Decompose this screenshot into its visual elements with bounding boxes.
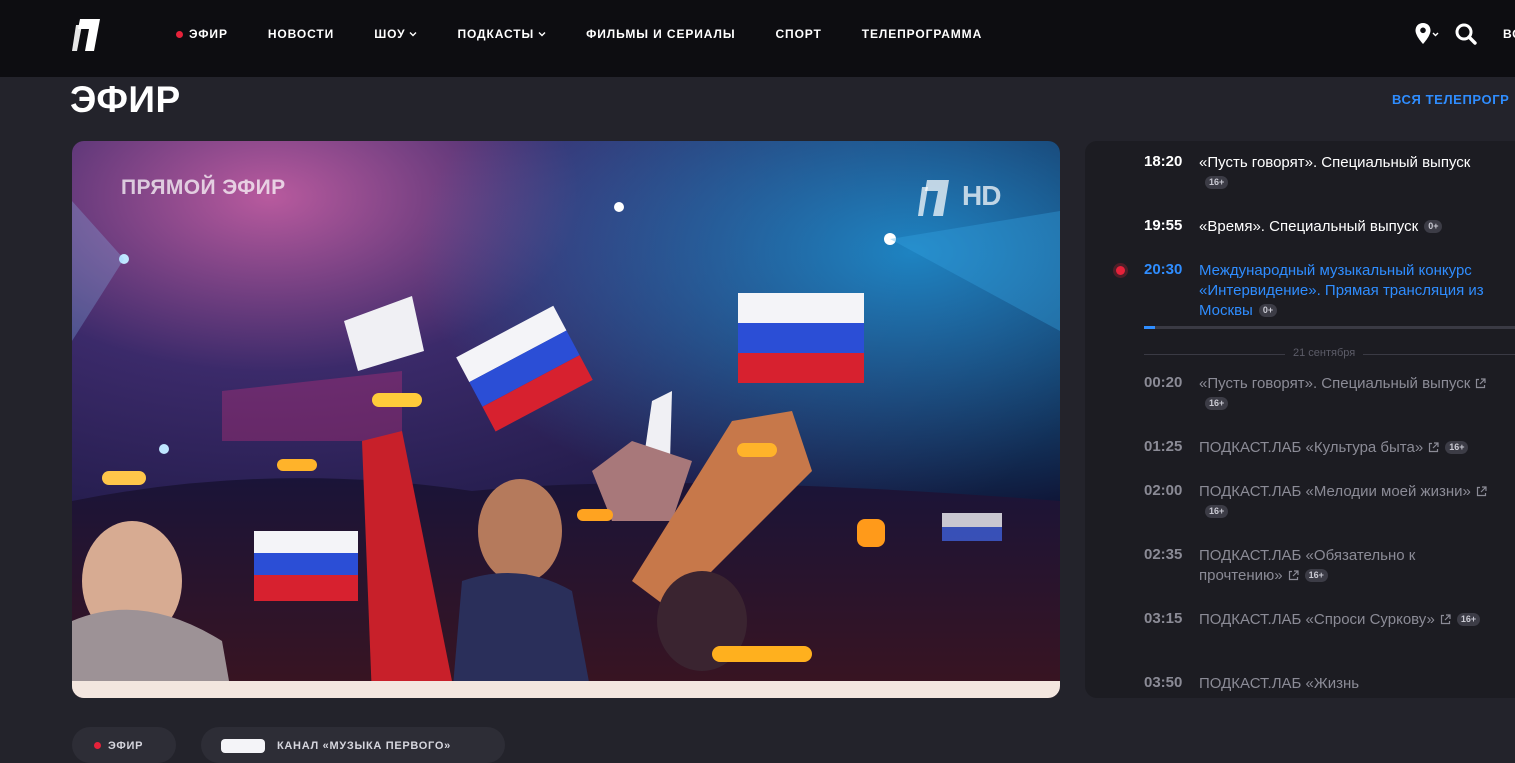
- schedule-title: «Время». Специальный выпуск: [1199, 218, 1419, 235]
- date-separator-label: 21 сентября: [1285, 347, 1364, 359]
- schedule-title-block: Международный музыкальный конкурс «Интер…: [1199, 261, 1489, 321]
- schedule-title: «Пусть говорят». Специальный выпуск: [1199, 154, 1471, 171]
- progress-fill: [1144, 326, 1156, 329]
- age-rating-badge: 16+: [1445, 441, 1469, 454]
- page-title: ЭФИР: [70, 79, 181, 120]
- nav-item-live[interactable]: ЭФИР: [176, 27, 228, 41]
- schedule-title: ПОДКАСТ.ЛАБ «Жизнь: [1199, 675, 1360, 692]
- channel-hd-watermark: HD: [918, 177, 1014, 219]
- schedule-title-block: ПОДКАСТ.ЛАБ «Обязательно к прочтению» 16+: [1199, 546, 1489, 586]
- current-program-progress: [1144, 326, 1515, 329]
- nav-item-films[interactable]: ФИЛЬМЫ И СЕРИАЛЫ: [586, 27, 735, 41]
- nav-item-label: ТЕЛЕПРОГРАММА: [861, 27, 983, 41]
- concert-video-frame: [72, 141, 1060, 698]
- external-link-icon[interactable]: [1428, 442, 1439, 453]
- chevron-down-icon: [409, 32, 417, 37]
- schedule-time: 03:15: [1144, 610, 1183, 627]
- nav-item-label: ШОУ: [374, 27, 406, 41]
- age-rating-badge: 16+: [1456, 613, 1481, 626]
- schedule-title-block: ПОДКАСТ.ЛАБ «Жизнь: [1199, 674, 1489, 694]
- schedule-title-block: «Пусть говорят». Специальный выпуск 16+: [1199, 153, 1489, 193]
- live-dot-icon: [176, 30, 183, 38]
- channel-logo-icon: [221, 739, 265, 753]
- nav-item-label: СПОРТ: [775, 27, 822, 41]
- video-player[interactable]: ПРЯМОЙ ЭФИР HD: [72, 141, 1060, 698]
- schedule-title: ПОДКАСТ.ЛАБ «Культура быта»: [1199, 439, 1424, 456]
- schedule-title: ПОДКАСТ.ЛАБ «Спроси Суркову»: [1199, 611, 1435, 628]
- schedule-title: Международный музыкальный конкурс «Интер…: [1199, 262, 1484, 319]
- schedule-time: 19:55: [1144, 217, 1183, 234]
- location-icon[interactable]: [1414, 22, 1442, 53]
- schedule-title-block: ПОДКАСТ.ЛАБ «Мелодии моей жизни» 16+: [1199, 482, 1489, 522]
- nav-item-label: ФИЛЬМЫ И СЕРИАЛЫ: [586, 27, 736, 41]
- schedule-time: 20:30: [1144, 261, 1183, 278]
- schedule-title-block: «Пусть говорят». Специальный выпуск 16+: [1199, 374, 1489, 414]
- search-icon[interactable]: [1455, 22, 1477, 51]
- live-broadcast-overlay: ПРЯМОЙ ЭФИР: [121, 176, 286, 199]
- schedule-title-block: ПОДКАСТ.ЛАБ «Спроси Суркову» 16+: [1199, 610, 1489, 630]
- schedule-time: 03:50: [1144, 674, 1183, 691]
- schedule-time: 00:20: [1144, 374, 1183, 391]
- tv-schedule-panel: 18:20 «Пусть говорят». Специальный выпус…: [1085, 141, 1515, 698]
- nav-item-all[interactable]: ВС: [1503, 27, 1515, 41]
- channel-one-logo[interactable]: [70, 15, 102, 55]
- chip-label: КАНАЛ «МУЗЫКА ПЕРВОГО»: [277, 740, 451, 752]
- age-rating-badge: 16+: [1304, 569, 1328, 582]
- hd-badge: HD: [962, 180, 1001, 211]
- chevron-down-icon: [538, 32, 546, 37]
- site-header: ЭФИР НОВОСТИ ШОУ ПОДКАСТЫ ФИЛЬМЫ И СЕРИА…: [0, 0, 1515, 77]
- schedule-title: ПОДКАСТ.ЛАБ «Мелодии моей жизни»: [1199, 483, 1471, 500]
- all-program-link[interactable]: ВСЯ ТЕЛЕПРОГР: [1392, 92, 1509, 107]
- schedule-title: «Пусть говорят». Специальный выпуск: [1199, 375, 1471, 392]
- external-link-icon[interactable]: [1288, 570, 1299, 581]
- schedule-time: 18:20: [1144, 153, 1183, 170]
- chip-live[interactable]: ЭФИР: [72, 727, 176, 763]
- age-rating-badge: 16+: [1205, 505, 1229, 518]
- external-link-icon[interactable]: [1476, 486, 1487, 497]
- main-nav: ЭФИР НОВОСТИ ШОУ ПОДКАСТЫ ФИЛЬМЫ И СЕРИА…: [176, 0, 1022, 68]
- nav-item-label: ПОДКАСТЫ: [457, 27, 535, 41]
- age-rating-badge: 0+: [1258, 304, 1278, 317]
- nav-item-podcasts[interactable]: ПОДКАСТЫ: [457, 27, 546, 41]
- external-link-icon[interactable]: [1475, 378, 1486, 389]
- nav-item-label: ЭФИР: [189, 27, 228, 41]
- nav-item-label: НОВОСТИ: [267, 27, 335, 41]
- schedule-title-block: «Время». Специальный выпуск 0+: [1199, 217, 1489, 237]
- chip-music-channel[interactable]: КАНАЛ «МУЗЫКА ПЕРВОГО»: [201, 727, 505, 763]
- nav-item-sport[interactable]: СПОРТ: [775, 27, 821, 41]
- schedule-title-block: ПОДКАСТ.ЛАБ «Культура быта» 16+: [1199, 438, 1489, 458]
- schedule-time: 02:00: [1144, 482, 1183, 499]
- external-link-icon[interactable]: [1440, 614, 1451, 625]
- nav-item-tv-guide[interactable]: ТЕЛЕПРОГРАММА: [862, 27, 982, 41]
- nav-item-news[interactable]: НОВОСТИ: [268, 27, 334, 41]
- age-rating-badge: 16+: [1205, 176, 1229, 189]
- schedule-time: 02:35: [1144, 546, 1183, 563]
- chip-label: ЭФИР: [108, 740, 144, 752]
- live-dot-icon: [94, 742, 101, 749]
- age-rating-badge: 0+: [1424, 220, 1443, 233]
- live-now-indicator-icon: [1116, 266, 1125, 275]
- age-rating-badge: 16+: [1205, 397, 1229, 410]
- schedule-time: 01:25: [1144, 438, 1183, 455]
- nav-item-shows[interactable]: ШОУ: [374, 27, 417, 41]
